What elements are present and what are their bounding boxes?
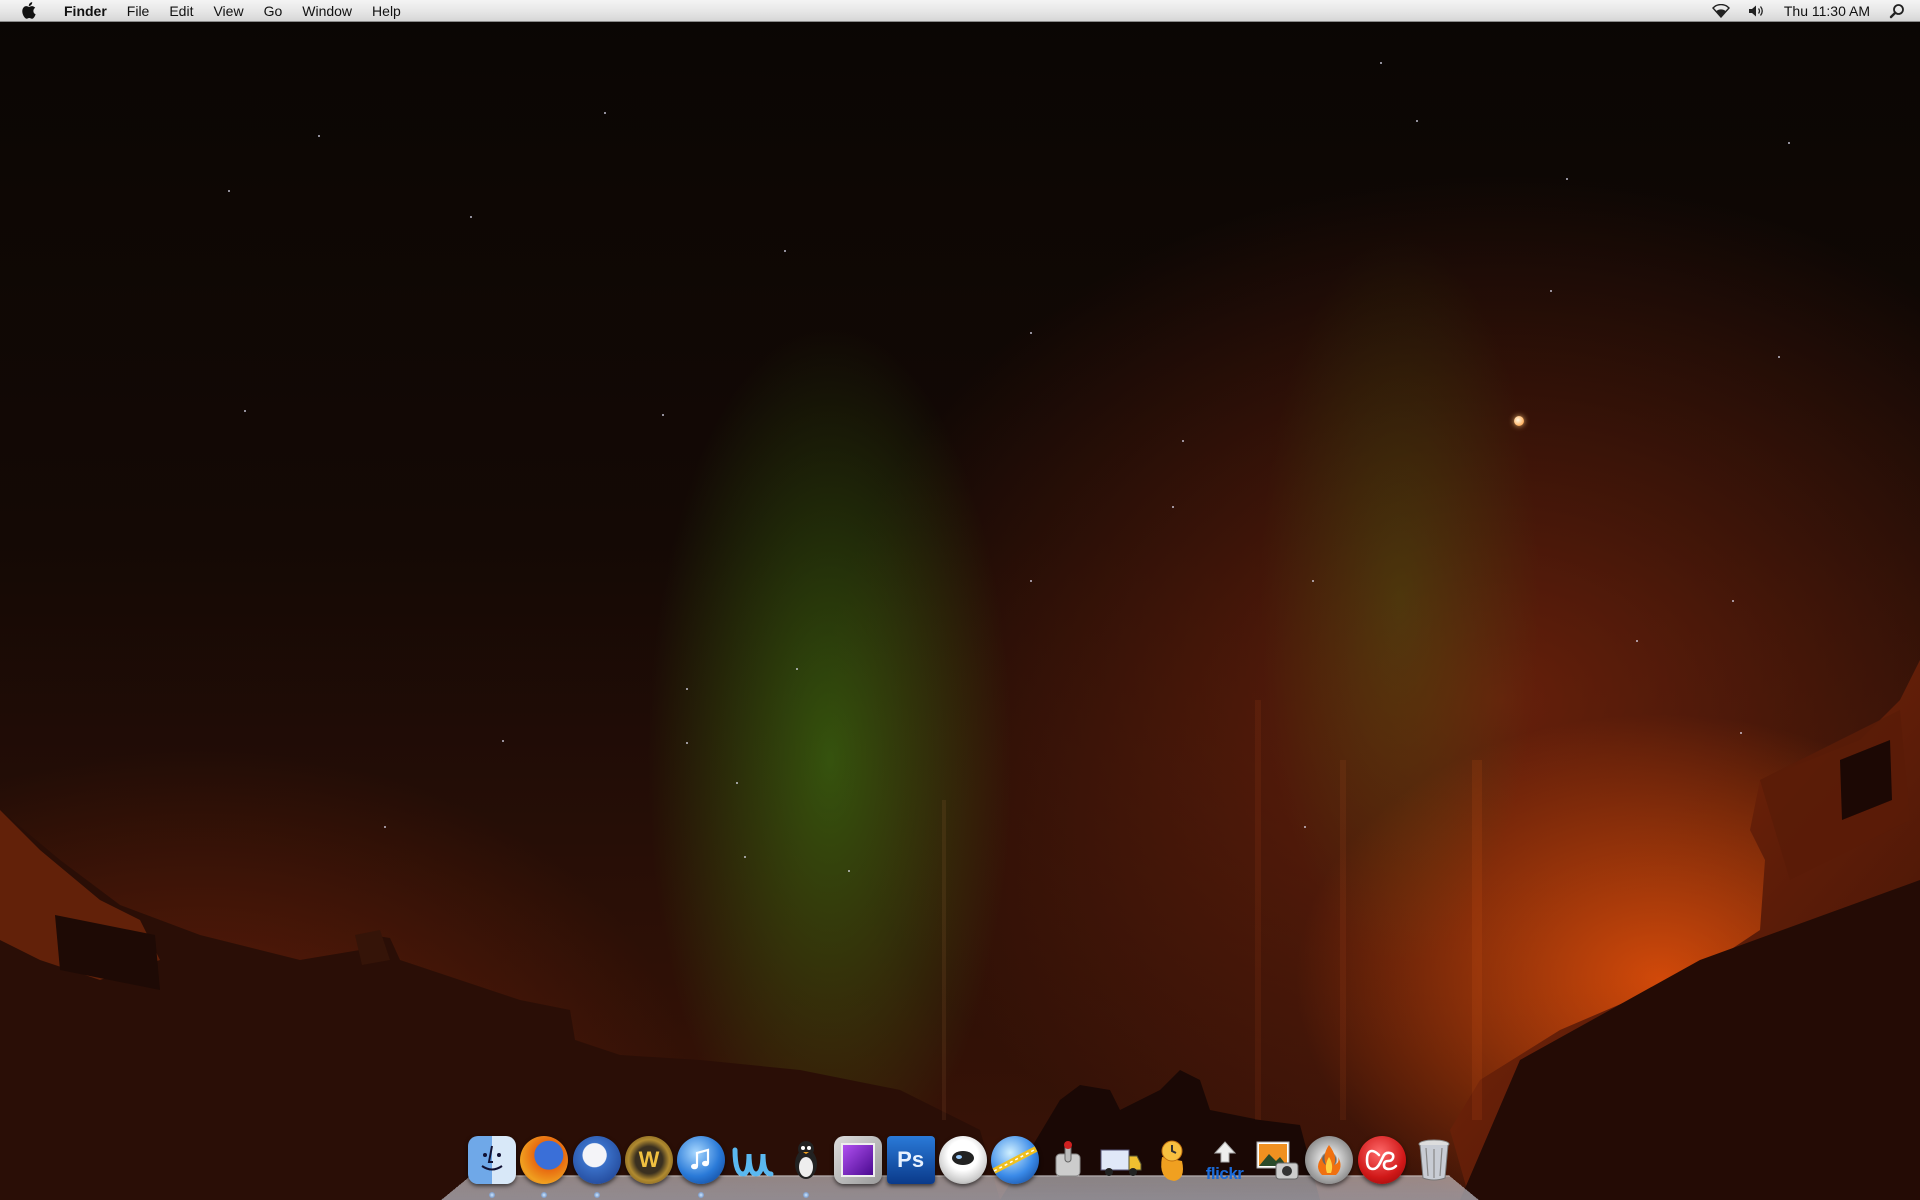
- menu-extras: Thu 11:30 AM: [1711, 0, 1906, 22]
- dock-item-photoshop[interactable]: Ps: [886, 1136, 935, 1184]
- dock-item-itunes[interactable]: [677, 1136, 726, 1198]
- itunes-icon: [691, 1148, 710, 1170]
- dock-item-transmit[interactable]: [1096, 1136, 1144, 1184]
- dock-item-web-globe-app[interactable]: [991, 1136, 1040, 1184]
- penguin-icon: [794, 1141, 817, 1179]
- wave-app-icon: [732, 1147, 774, 1177]
- dock-item-adium[interactable]: [782, 1136, 830, 1198]
- truck-icon: [1100, 1149, 1142, 1176]
- menu-go[interactable]: Go: [254, 0, 293, 22]
- upload-arrow-icon: [1213, 1141, 1236, 1163]
- dock-item-growl-app[interactable]: [1148, 1136, 1196, 1184]
- switch-icon: [1055, 1141, 1081, 1177]
- dock-item-firefox[interactable]: [520, 1136, 569, 1198]
- menu-edit[interactable]: Edit: [159, 0, 203, 22]
- flickr-icon: flickr: [1205, 1164, 1244, 1183]
- dock-item-flickr-uploadr[interactable]: flickr: [1201, 1136, 1249, 1184]
- astronaut-icon: [951, 1151, 974, 1165]
- dock-item-world-of-warcraft[interactable]: W: [624, 1136, 673, 1184]
- dock-item-iphoto[interactable]: [1253, 1136, 1301, 1184]
- flame-icon: [1318, 1145, 1341, 1175]
- apple-menu[interactable]: [18, 1, 38, 21]
- warcraft-icon: W: [638, 1147, 660, 1172]
- lastfm-icon: [1365, 1149, 1397, 1171]
- dock-item-trash[interactable]: [1410, 1136, 1458, 1184]
- menu-view[interactable]: View: [203, 0, 253, 22]
- purple-square-icon: [841, 1143, 876, 1177]
- wifi-icon[interactable]: [1711, 2, 1730, 20]
- finder-icon: [481, 1145, 503, 1171]
- spotlight-icon[interactable]: [1888, 2, 1906, 20]
- menu-window[interactable]: Window: [292, 0, 362, 22]
- trash-icon: [1418, 1139, 1450, 1181]
- dock-item-thunderbird[interactable]: [572, 1136, 621, 1198]
- landscape: [0, 660, 1920, 1200]
- desktop[interactable]: Finder File Edit View Go Window Help Thu…: [0, 0, 1920, 1200]
- running-indicator: [802, 1192, 809, 1198]
- dock-item-lastfm[interactable]: [1357, 1136, 1406, 1184]
- dock: W Ps flickr: [468, 1134, 1458, 1198]
- running-indicator: [489, 1192, 495, 1198]
- iphoto-icon: [1256, 1141, 1299, 1180]
- clock[interactable]: Thu 11:30 AM: [1784, 0, 1870, 22]
- menu-bar: Finder File Edit View Go Window Help Thu…: [0, 0, 1920, 22]
- menu-file[interactable]: File: [117, 0, 160, 22]
- dock-item-wavelength-app[interactable]: [730, 1136, 778, 1184]
- dock-item-purple-app[interactable]: [834, 1136, 883, 1184]
- dock-item-burn-app[interactable]: [1305, 1136, 1354, 1184]
- dock-item-astronaut-app[interactable]: [938, 1136, 987, 1184]
- globe-icon: [992, 1146, 1038, 1174]
- running-indicator: [593, 1192, 600, 1198]
- menu-help[interactable]: Help: [362, 0, 411, 22]
- menu-app-name[interactable]: Finder: [54, 0, 117, 22]
- dock-item-finder[interactable]: [468, 1136, 516, 1198]
- photoshop-icon: Ps: [897, 1147, 925, 1172]
- apple-icon: [21, 2, 36, 19]
- volume-icon[interactable]: [1748, 2, 1766, 20]
- dock-item-system-preferences[interactable]: [1044, 1136, 1092, 1184]
- clock-bird-icon: [1161, 1140, 1184, 1181]
